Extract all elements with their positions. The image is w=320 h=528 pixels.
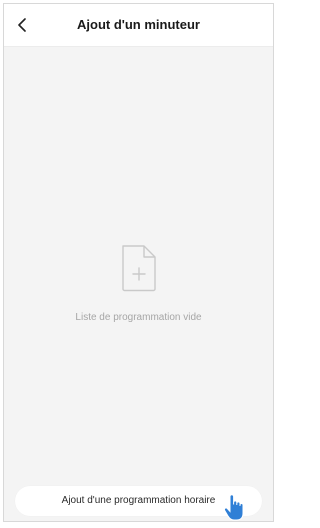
hand-pointer-icon <box>223 494 244 521</box>
back-button[interactable] <box>10 13 34 37</box>
app-screen: Ajout d'un minuteur Liste de programmati… <box>3 3 274 522</box>
empty-message: Liste de programmation vide <box>75 312 202 323</box>
page-title: Ajout d'un minuteur <box>77 17 200 32</box>
top-bar: Ajout d'un minuteur <box>4 4 273 47</box>
empty-state: Liste de programmation vide <box>4 244 273 323</box>
document-add-icon <box>121 245 156 292</box>
chevron-left-icon <box>18 18 26 32</box>
